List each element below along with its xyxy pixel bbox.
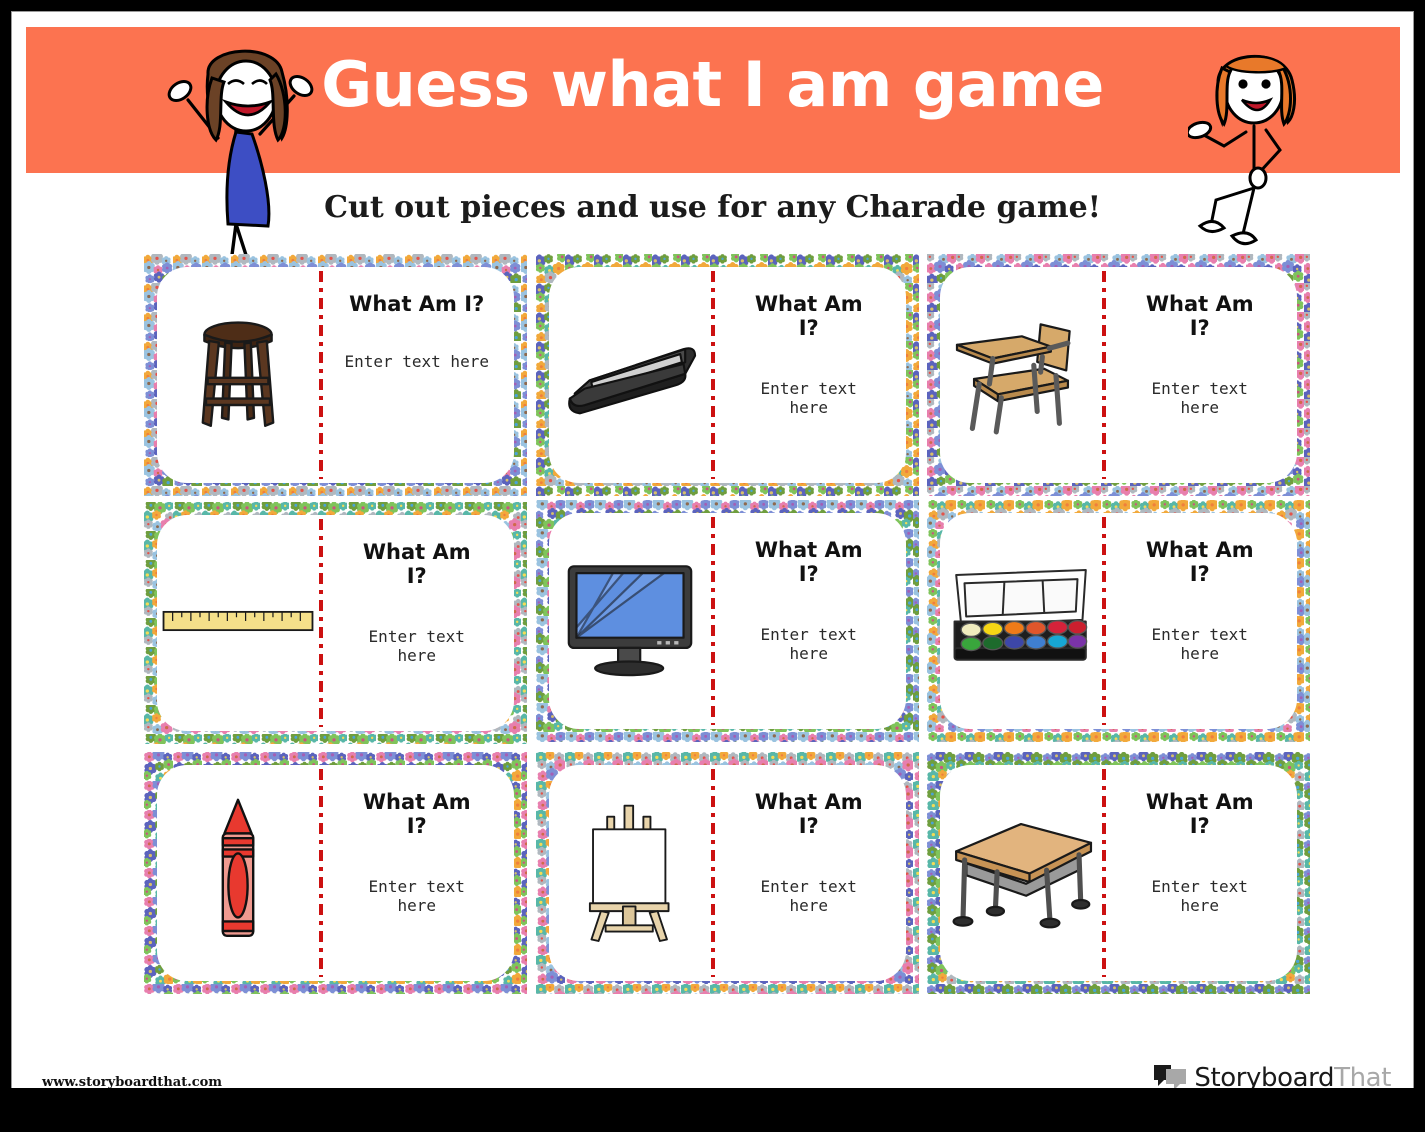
card-text-pane: What Am I? Enter text here xyxy=(319,765,514,981)
card-text-pane: What Am I? Enter text here xyxy=(711,267,906,483)
card-text-pane: What Am I? Enter text here xyxy=(319,267,514,483)
card-question-label: What Am I? xyxy=(754,538,863,586)
card-image-pane xyxy=(549,267,711,483)
card-text-pane: What Am I? Enter text here xyxy=(319,515,514,731)
card-question-label: What Am I? xyxy=(754,292,863,340)
card-image-pane xyxy=(940,267,1102,483)
card-inner-panel: What Am I? Enter text here xyxy=(549,267,906,483)
card-image-pane xyxy=(157,765,319,981)
card-question-label: What Am I? xyxy=(1145,538,1254,586)
card-image-pane xyxy=(157,267,319,483)
card-answer-input[interactable]: Enter text here xyxy=(1145,379,1255,418)
card-text-pane: What Am I? Enter text here xyxy=(1102,267,1297,483)
charade-card[interactable]: What Am I? Enter text here xyxy=(144,254,527,496)
card-image-pane xyxy=(157,515,319,731)
charade-card[interactable]: What Am I? Enter text here xyxy=(927,500,1310,742)
card-grid: What Am I? Enter text here What Am I? Ente… xyxy=(12,12,1413,1088)
charade-card[interactable]: What Am I? Enter text here xyxy=(927,254,1310,496)
card-text-pane: What Am I? Enter text here xyxy=(1102,513,1297,729)
card-text-pane: What Am I? Enter text here xyxy=(711,513,906,729)
card-answer-input[interactable]: Enter text here xyxy=(362,877,472,916)
card-text-pane: What Am I? Enter text here xyxy=(1102,765,1297,981)
wooden-stool-icon xyxy=(190,309,286,442)
card-inner-panel: What Am I? Enter text here xyxy=(940,267,1297,483)
card-question-label: What Am I? xyxy=(1145,292,1254,340)
charade-card[interactable]: What Am I? Enter text here xyxy=(536,752,919,994)
storyboardthat-logo: StoryboardThat xyxy=(1153,1058,1391,1088)
watercolor-paint-set-icon xyxy=(946,565,1096,678)
logo-primary: Storyboard xyxy=(1194,1063,1335,1088)
card-question-label: What Am I? xyxy=(1145,790,1254,838)
card-inner-panel: What Am I? Enter text here xyxy=(549,513,906,729)
charade-card[interactable]: What Am I? Enter text here xyxy=(927,752,1310,994)
card-question-label: What Am I? xyxy=(362,790,471,838)
card-inner-panel: What Am I? Enter text here xyxy=(157,515,514,731)
card-answer-input[interactable]: Enter text here xyxy=(1145,877,1255,916)
card-answer-input[interactable]: Enter text here xyxy=(754,877,864,916)
card-answer-input[interactable]: Enter text here xyxy=(1145,625,1255,664)
school-desk-chair-icon xyxy=(948,309,1094,442)
charade-card[interactable]: What Am I? Enter text here xyxy=(144,502,527,744)
charade-card[interactable]: What Am I? Enter text here xyxy=(536,254,919,496)
logo-secondary: That xyxy=(1334,1063,1391,1088)
card-inner-panel: What Am I? Enter text here xyxy=(157,765,514,981)
red-crayon-icon xyxy=(210,795,266,952)
card-inner-panel: What Am I? Enter text here xyxy=(157,267,514,483)
card-answer-input[interactable]: Enter text here xyxy=(344,352,489,372)
charade-card[interactable]: What Am I? Enter text here xyxy=(536,500,919,742)
speech-bubbles-icon xyxy=(1154,1065,1187,1088)
card-image-pane xyxy=(549,513,711,729)
card-image-pane xyxy=(549,765,711,981)
worksheet-sheet: Guess what I am game Cut out pieces and … xyxy=(11,11,1414,1088)
ruler-icon xyxy=(162,607,314,640)
charade-card[interactable]: What Am I? Enter text here xyxy=(144,752,527,994)
card-image-pane xyxy=(940,513,1102,729)
card-question-label: What Am I? xyxy=(349,292,485,316)
school-desk-icon xyxy=(944,807,1098,940)
worksheet-page: Guess what I am game Cut out pieces and … xyxy=(0,0,1425,1132)
easel-with-canvas-icon xyxy=(571,796,689,951)
card-answer-input[interactable]: Enter text here xyxy=(754,379,864,418)
card-image-pane xyxy=(940,765,1102,981)
card-question-label: What Am I? xyxy=(754,790,863,838)
card-inner-panel: What Am I? Enter text here xyxy=(549,765,906,981)
stapler-icon xyxy=(560,327,700,424)
card-question-label: What Am I? xyxy=(362,540,471,588)
logo-text: StoryboardThat xyxy=(1194,1063,1391,1088)
card-text-pane: What Am I? Enter text here xyxy=(711,765,906,981)
card-inner-panel: What Am I? Enter text here xyxy=(940,513,1297,729)
footer-url[interactable]: www.storyboardthat.com xyxy=(42,1075,222,1088)
card-inner-panel: What Am I? Enter text here xyxy=(940,765,1297,981)
card-answer-input[interactable]: Enter text here xyxy=(754,625,864,664)
card-answer-input[interactable]: Enter text here xyxy=(362,627,472,666)
computer-monitor-icon xyxy=(562,559,698,684)
